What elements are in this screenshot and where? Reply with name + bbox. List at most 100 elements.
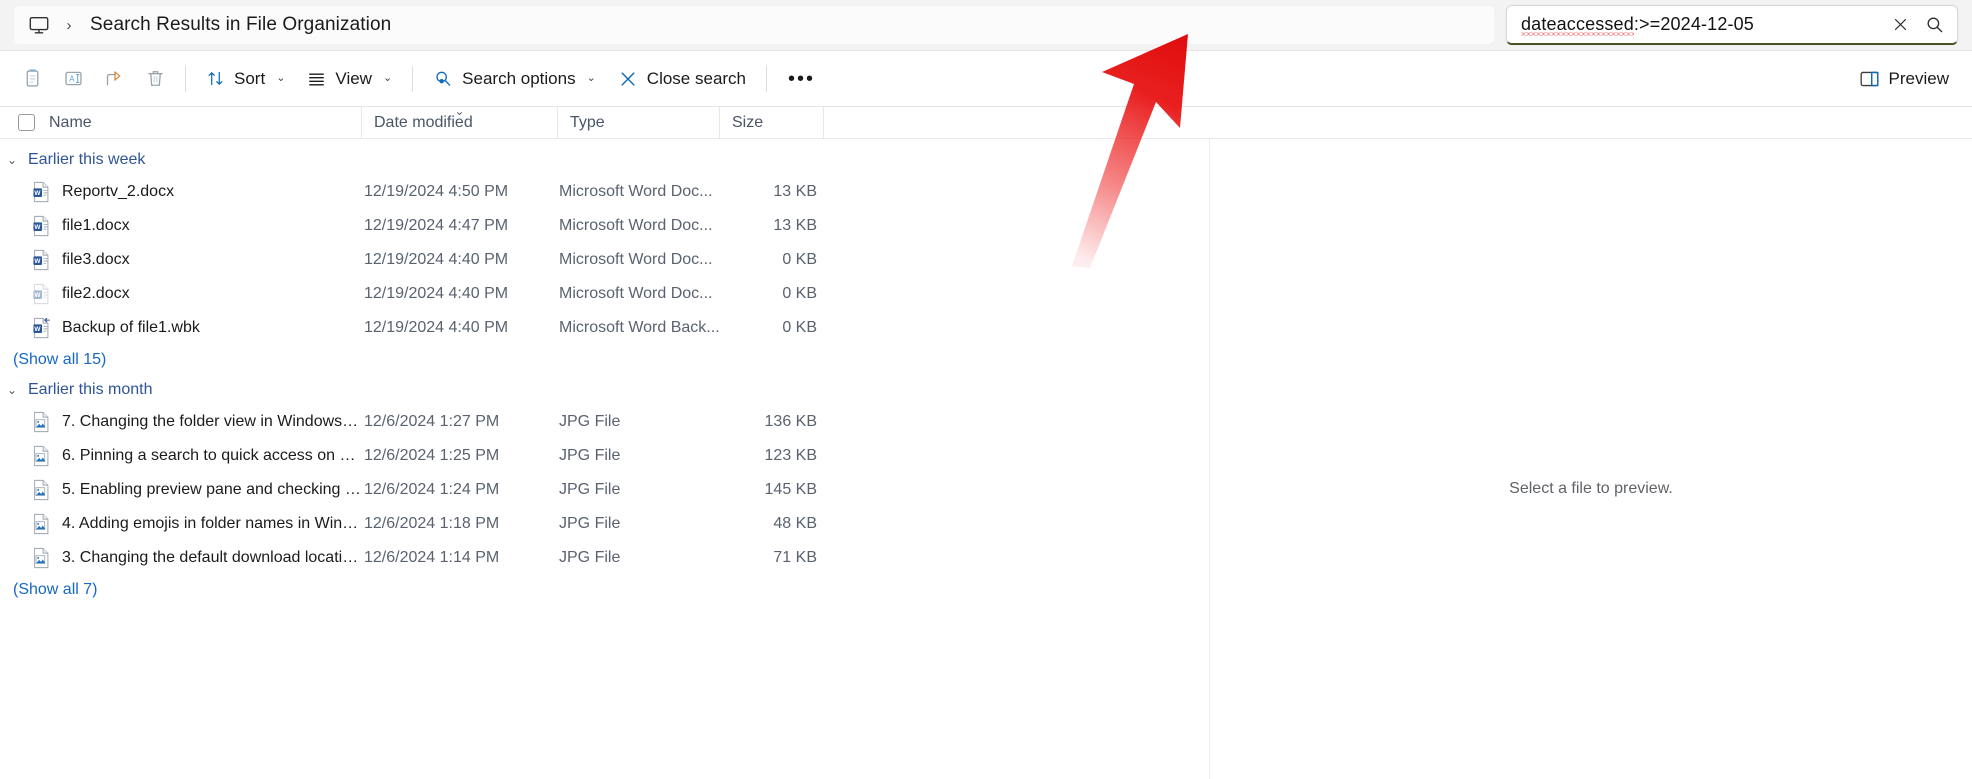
search-input[interactable]: dateaccessed:>=2024-12-05 [1521,13,1883,36]
misspelled-term: dateaccessed [1521,13,1634,35]
title-bar: › Search Results in File Organization da… [0,0,1972,50]
preview-button[interactable]: Preview [1848,60,1960,98]
file-explorer-window: › Search Results in File Organization da… [0,0,1972,779]
view-button[interactable]: View ⌄ [296,60,403,98]
file-name-cell[interactable]: 3. Changing the default download locatio… [0,547,361,569]
column-header-type-label: Type [570,113,605,131]
column-headers: Name ⌄ Date modified Type Size [0,105,1972,139]
delete-button[interactable] [135,60,176,98]
file-name: Reportv_2.docx [62,183,175,200]
select-all-checkbox[interactable] [18,114,35,131]
file-date-modified: 12/6/2024 1:25 PM [364,447,500,464]
file-name: 3. Changing the default download locatio… [62,549,361,566]
file-name-cell[interactable]: W Reportv_2.docx [0,181,361,203]
file-row[interactable]: 5. Enabling preview pane and checking pr… [0,473,1209,507]
file-row[interactable]: W Reportv_2.docx 12/19/2024 4:50 PM Microso… [0,175,1209,209]
sort-button[interactable]: Sort ⌄ [195,60,296,98]
file-date-modified: 12/6/2024 1:27 PM [364,413,500,430]
search-query-rest: :>=2024-12-05 [1633,13,1754,34]
word-backup-icon: W [33,317,50,339]
close-search-label: Close search [646,68,747,88]
column-header-size-label: Size [732,113,764,131]
file-size: 13 KB [773,217,817,234]
file-size: 13 KB [773,183,817,200]
file-name-cell[interactable]: W Backup of file1.wbk [0,317,361,339]
svg-text:A: A [69,75,75,84]
file-row[interactable]: 6. Pinning a search to quick access on W… [0,439,1209,473]
show-all-link[interactable]: (Show all 15) [0,345,1209,375]
file-type: JPG File [559,515,621,532]
group-header[interactable]: ⌄ Earlier this week [0,145,1209,175]
file-list[interactable]: ⌄ Earlier this week W Reportv_2.docx 12/19/2… [0,139,1209,779]
sort-label: Sort [234,68,266,88]
more-options-button[interactable]: ••• [776,69,827,89]
monitor-icon [24,10,54,40]
file-name-cell[interactable]: Wfile1.docx [0,215,361,237]
file-date-modified: 12/6/2024 1:14 PM [364,549,500,566]
svg-text:W: W [34,224,41,231]
file-size: 145 KB [764,481,817,498]
file-type: JPG File [559,447,621,464]
file-name: file2.docx [62,285,130,302]
file-row[interactable]: W Backup of file1.wbk 12/19/2024 4:40 PM Mi… [0,311,1209,345]
chevron-down-icon[interactable]: ⌄ [5,154,19,166]
file-name: 7. Changing the folder view in Windows..… [62,413,361,430]
toolbar-divider [412,65,414,92]
file-name: Backup of file1.wbk [62,319,200,336]
file-name-cell[interactable]: 4. Adding emojis in folder names in Wind… [0,513,361,535]
chevron-down-icon: ⌄ [382,72,393,84]
column-header-empty [823,106,1972,139]
file-row[interactable]: Wfile2.docx 12/19/2024 4:40 PM Microsoft W… [0,277,1209,311]
file-name-cell[interactable]: Wfile2.docx [0,283,361,305]
word-document-icon: W [33,181,49,203]
file-size: 48 KB [773,515,817,532]
jpg-image-icon [34,411,49,433]
share-button[interactable] [94,60,135,98]
word-document-icon: W [33,249,49,271]
svg-text:W: W [34,292,41,299]
file-row[interactable]: Wfile1.docx 12/19/2024 4:47 PM Microsoft W… [0,209,1209,243]
file-type: Microsoft Word Back... [559,319,719,336]
column-header-type[interactable]: Type [557,106,719,139]
breadcrumb[interactable]: Search Results in File Organization [84,14,391,36]
preview-empty-message: Select a file to preview. [1509,480,1673,497]
file-date-modified: 12/19/2024 4:47 PM [364,217,509,234]
paste-button[interactable] [12,60,53,98]
rename-button[interactable]: A [53,60,94,98]
file-name: file1.docx [62,217,130,234]
file-size: 71 KB [773,549,817,566]
search-icon[interactable] [1917,8,1951,42]
jpg-image-icon [34,513,49,535]
column-header-size[interactable]: Size [719,106,823,139]
file-row[interactable]: 3. Changing the default download locatio… [0,541,1209,575]
column-header-name-label: Name [49,113,92,131]
column-header-name[interactable]: Name [0,106,361,139]
show-all-link[interactable]: (Show all 7) [0,575,1209,605]
address-bar[interactable]: › Search Results in File Organization [14,6,1494,44]
file-name-cell[interactable]: 5. Enabling preview pane and checking pr… [0,479,361,501]
search-box[interactable]: dateaccessed:>=2024-12-05 [1506,5,1958,45]
close-icon[interactable] [1883,8,1917,42]
file-name-cell[interactable]: 6. Pinning a search to quick access on W… [0,445,361,467]
search-options-label: Search options [462,68,576,88]
svg-text:W: W [34,190,41,197]
group-header[interactable]: ⌄ Earlier this month [0,375,1209,405]
chevron-down-icon[interactable]: ⌄ [5,384,19,396]
file-row[interactable]: 7. Changing the folder view in Windows..… [0,405,1209,439]
search-options-button[interactable]: Search options ⌄ [422,60,607,98]
file-name: 6. Pinning a search to quick access on W… [62,447,361,464]
jpg-image-icon [34,547,49,569]
file-type: Microsoft Word Doc... [559,183,713,200]
content-area: ⌄ Earlier this week W Reportv_2.docx 12/19/2… [0,139,1972,779]
group-header-label: Earlier this month [28,381,153,398]
file-row[interactable]: 4. Adding emojis in folder names in Wind… [0,507,1209,541]
file-name-cell[interactable]: 7. Changing the folder view in Windows..… [0,411,361,433]
file-date-modified: 12/6/2024 1:18 PM [364,515,500,532]
file-name-cell[interactable]: Wfile3.docx [0,249,361,271]
file-date-modified: 12/6/2024 1:24 PM [364,481,500,498]
toolbar-divider [766,65,768,92]
close-search-button[interactable]: Close search [607,60,757,98]
file-row[interactable]: Wfile3.docx 12/19/2024 4:40 PM Microsoft W… [0,243,1209,277]
svg-text:W: W [34,258,41,265]
column-header-date-modified[interactable]: ⌄ Date modified [361,105,557,139]
